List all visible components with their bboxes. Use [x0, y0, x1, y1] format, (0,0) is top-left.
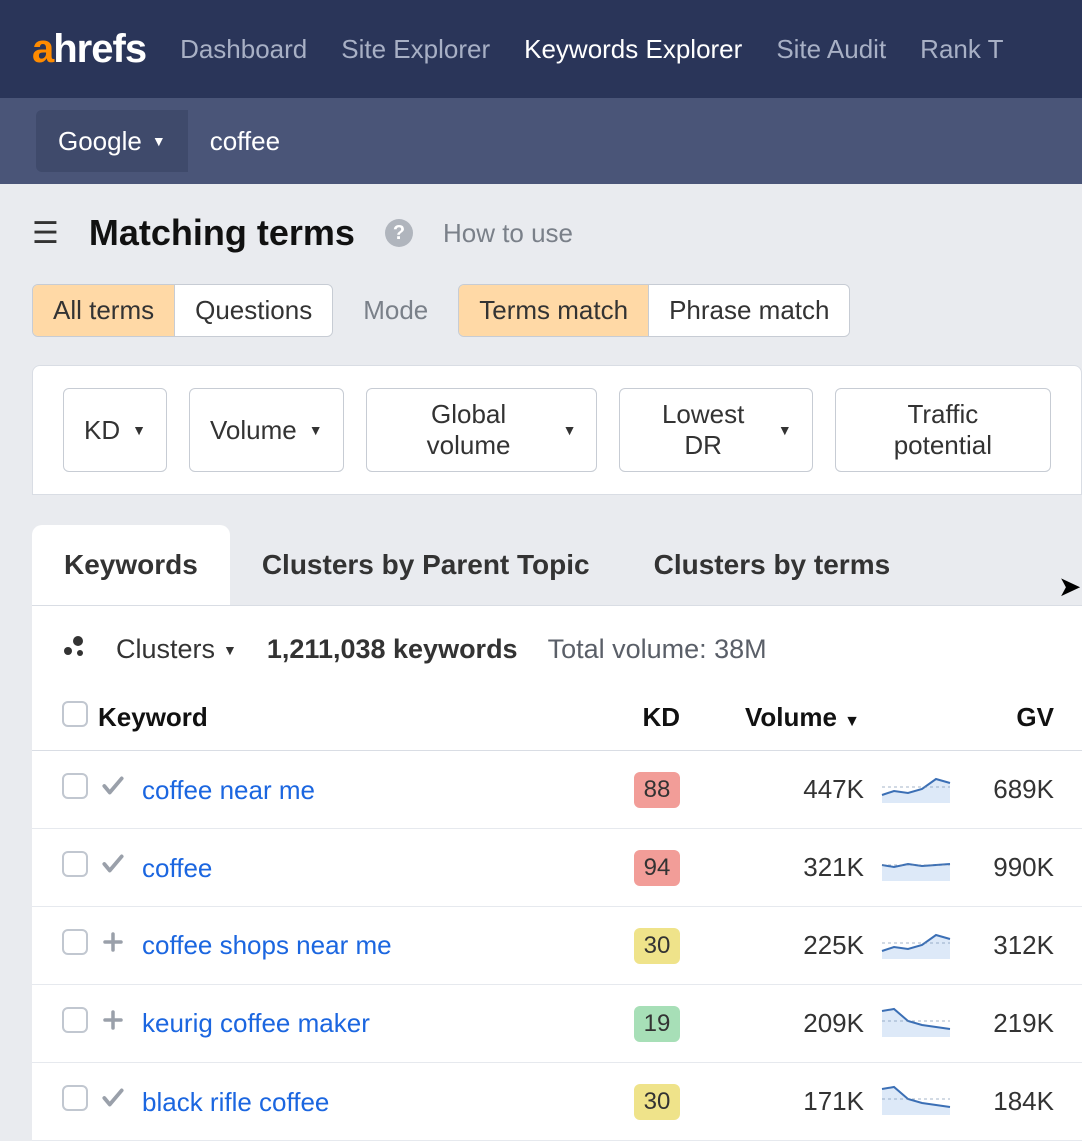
row-checkbox[interactable] — [62, 851, 88, 877]
keyword-link[interactable]: coffee — [142, 853, 212, 883]
search-bar: Google ▼ — [0, 98, 1082, 184]
tab-clusters-parent[interactable]: Clusters by Parent Topic — [230, 525, 622, 605]
nav-keywords-explorer[interactable]: Keywords Explorer — [524, 34, 742, 65]
tab-keywords[interactable]: Keywords — [32, 525, 230, 605]
volume-cell: 447K — [690, 751, 870, 829]
toggle-questions[interactable]: Questions — [175, 285, 332, 336]
chevron-down-icon: ▼ — [223, 642, 237, 658]
column-gv[interactable]: GV — [962, 685, 1082, 751]
row-checkbox[interactable] — [62, 1007, 88, 1033]
chevron-down-icon: ▼ — [778, 422, 792, 438]
keywords-table: Keyword KD Volume ▼ GV coffee near me 88 4… — [32, 685, 1082, 1141]
table-row: black rifle coffee 30 171K 184K — [32, 1063, 1082, 1141]
nav-dashboard[interactable]: Dashboard — [180, 34, 307, 65]
gv-cell: 312K — [962, 907, 1082, 985]
nav-rank-tracker[interactable]: Rank T — [920, 34, 1003, 65]
tab-clusters-terms[interactable]: Clusters by terms — [622, 525, 923, 605]
page-title: Matching terms — [89, 212, 355, 254]
total-volume: Total volume: 38M — [548, 634, 767, 665]
keyword-link[interactable]: coffee shops near me — [142, 930, 392, 960]
chevron-down-icon: ▼ — [132, 422, 146, 438]
top-navigation: ahrefs Dashboard Site Explorer Keywords … — [0, 0, 1082, 98]
chevron-down-icon: ▼ — [152, 133, 166, 149]
help-icon[interactable]: ? — [385, 219, 413, 247]
logo-letter-a: a — [32, 27, 53, 71]
cursor-icon: ➤ — [1058, 570, 1081, 603]
check-icon[interactable] — [98, 1085, 128, 1111]
keyword-count: 1,211,038 keywords — [267, 634, 518, 665]
sparkline — [870, 985, 962, 1063]
chevron-down-icon: ▼ — [563, 422, 577, 438]
kd-badge: 88 — [634, 772, 680, 808]
check-icon[interactable] — [98, 773, 128, 799]
keyword-link[interactable]: coffee near me — [142, 775, 315, 805]
filter-kd[interactable]: KD▼ — [63, 388, 167, 472]
plus-icon[interactable] — [98, 930, 128, 954]
toggle-all-terms[interactable]: All terms — [33, 285, 175, 336]
kd-badge: 30 — [634, 928, 680, 964]
mode-label: Mode — [363, 295, 428, 326]
check-icon[interactable] — [98, 851, 128, 877]
sparkline — [870, 1063, 962, 1141]
table-row: coffee near me 88 447K 689K — [32, 751, 1082, 829]
gv-cell: 219K — [962, 985, 1082, 1063]
toggle-terms-match[interactable]: Terms match — [459, 285, 649, 336]
gv-cell: 990K — [962, 829, 1082, 907]
volume-cell: 171K — [690, 1063, 870, 1141]
menu-icon[interactable]: ☰ — [32, 216, 59, 251]
keyword-link[interactable]: keurig coffee maker — [142, 1008, 370, 1038]
gv-cell: 184K — [962, 1063, 1082, 1141]
keyword-link[interactable]: black rifle coffee — [142, 1087, 329, 1117]
volume-cell: 225K — [690, 907, 870, 985]
cluster-icon — [62, 635, 86, 665]
how-to-use-link[interactable]: How to use — [443, 218, 573, 249]
sort-desc-icon: ▼ — [844, 713, 860, 730]
column-kd[interactable]: KD — [610, 685, 690, 751]
main-content: ☰ Matching terms ? How to use All terms … — [0, 184, 1082, 1141]
sparkline — [870, 829, 962, 907]
table-row: coffee 94 321K 990K — [32, 829, 1082, 907]
nav-site-audit[interactable]: Site Audit — [776, 34, 886, 65]
column-volume[interactable]: Volume ▼ — [690, 685, 870, 751]
gv-cell: 689K — [962, 751, 1082, 829]
chevron-down-icon: ▼ — [309, 422, 323, 438]
nav-site-explorer[interactable]: Site Explorer — [341, 34, 490, 65]
logo-rest: hrefs — [53, 27, 146, 71]
results-card: Clusters ▼ 1,211,038 keywords Total volu… — [32, 605, 1082, 1141]
toggle-phrase-match[interactable]: Phrase match — [649, 285, 849, 336]
clusters-dropdown[interactable]: Clusters ▼ — [116, 634, 237, 665]
sparkline — [870, 907, 962, 985]
plus-icon[interactable] — [98, 1008, 128, 1032]
column-keyword[interactable]: Keyword — [98, 685, 610, 751]
sparkline — [870, 751, 962, 829]
title-bar: ☰ Matching terms ? How to use — [32, 212, 1082, 254]
search-engine-dropdown[interactable]: Google ▼ — [36, 110, 188, 172]
filters-card: KD▼ Volume▼ Global volume▼ Lowest DR▼ Tr… — [32, 365, 1082, 495]
row-checkbox[interactable] — [62, 929, 88, 955]
summary-row: Clusters ▼ 1,211,038 keywords Total volu… — [32, 606, 1082, 685]
terms-questions-toggle: All terms Questions — [32, 284, 333, 337]
row-checkbox[interactable] — [62, 773, 88, 799]
volume-cell: 321K — [690, 829, 870, 907]
search-engine-label: Google — [58, 126, 142, 157]
select-all-checkbox[interactable] — [62, 701, 88, 727]
table-row: coffee shops near me 30 225K 312K — [32, 907, 1082, 985]
filter-global-volume[interactable]: Global volume▼ — [366, 388, 598, 472]
tab-strip: Keywords Clusters by Parent Topic Cluste… — [32, 525, 1082, 605]
table-row: keurig coffee maker 19 209K 219K — [32, 985, 1082, 1063]
row-checkbox[interactable] — [62, 1085, 88, 1111]
volume-cell: 209K — [690, 985, 870, 1063]
filter-lowest-dr[interactable]: Lowest DR▼ — [619, 388, 812, 472]
toggle-row: All terms Questions Mode Terms match Phr… — [32, 284, 1082, 337]
kd-badge: 19 — [634, 1006, 680, 1042]
logo: ahrefs — [32, 27, 146, 72]
kd-badge: 30 — [634, 1084, 680, 1120]
filter-traffic-potential[interactable]: Traffic potential — [835, 388, 1051, 472]
search-input[interactable] — [188, 110, 1082, 172]
filter-volume[interactable]: Volume▼ — [189, 388, 344, 472]
kd-badge: 94 — [634, 850, 680, 886]
match-mode-toggle: Terms match Phrase match — [458, 284, 850, 337]
